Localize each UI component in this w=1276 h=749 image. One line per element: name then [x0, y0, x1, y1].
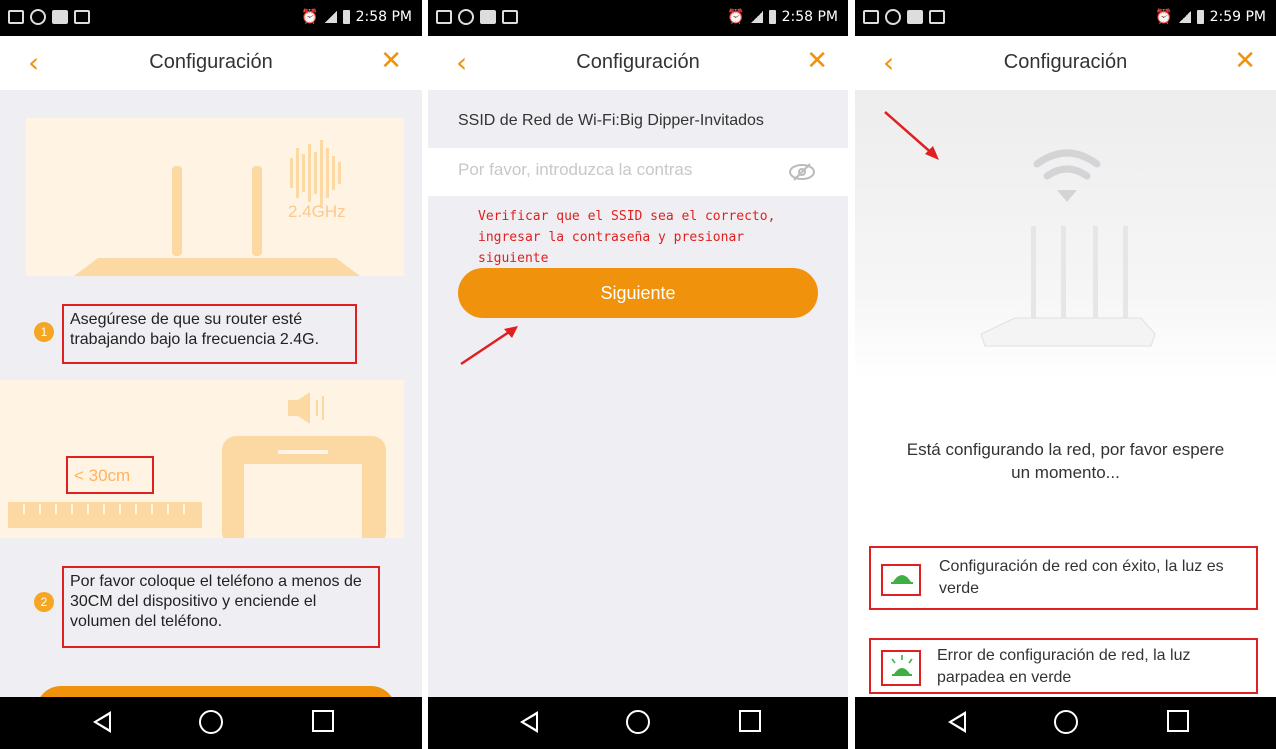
router-photo	[855, 90, 1276, 380]
battery-icon	[1196, 10, 1204, 24]
error-status-text: Error de configuración de red, la luz pa…	[937, 647, 1191, 686]
page-title: Configuración	[1003, 51, 1128, 73]
password-row	[428, 148, 848, 196]
close-icon[interactable]: ✕	[806, 46, 828, 76]
blinking-green-led-icon	[891, 655, 913, 676]
password-input[interactable]	[458, 160, 748, 180]
step-2-badge: 2	[34, 592, 54, 612]
status-bar: ⏰ 2:58 PM	[0, 0, 422, 36]
page-title: Configuración	[576, 51, 700, 73]
app-header: ‹ Configuración ✕	[0, 36, 422, 90]
step-2-text: Por favor coloque el teléfono a menos de…	[70, 573, 362, 630]
image-notification-icon	[8, 10, 24, 24]
mail-notification-icon	[502, 10, 518, 24]
android-nav-bar	[0, 697, 422, 749]
frequency-label: 2.4GHz	[288, 202, 346, 221]
router-drawing	[74, 140, 360, 276]
close-icon[interactable]: ✕	[1234, 46, 1256, 76]
configuring-message: Está configurando la red, por favor espe…	[906, 440, 1225, 482]
wifi-icon	[1033, 149, 1101, 180]
blocked-notification-icon	[30, 9, 46, 25]
message-notification-icon	[907, 10, 923, 24]
speaker-icon	[288, 392, 324, 424]
signal-icon	[324, 11, 337, 23]
step-1-text: Asegúrese de que su router esté trabajan…	[70, 311, 320, 348]
step-1-badge: 1	[34, 322, 54, 342]
nav-back-icon[interactable]	[92, 711, 111, 733]
green-led-icon	[891, 575, 913, 584]
blocked-notification-icon	[458, 9, 474, 25]
battery-icon	[768, 10, 776, 24]
close-icon[interactable]: ✕	[380, 46, 402, 76]
nav-recents-icon[interactable]	[312, 710, 335, 732]
app-header: ‹ Configuración ✕	[855, 36, 1276, 90]
mail-notification-icon	[929, 10, 945, 24]
nav-home-icon[interactable]	[199, 710, 223, 734]
app-header: ‹ Configuración ✕	[428, 36, 848, 90]
phone-distance-illustration: < 30cm	[0, 380, 404, 554]
nav-home-icon[interactable]	[1053, 710, 1078, 734]
router-illustration: 2.4GHz	[26, 118, 404, 276]
message-notification-icon	[480, 10, 496, 24]
annotation-arrow-icon	[460, 326, 518, 366]
android-nav-bar	[428, 697, 848, 749]
phone-drawing	[8, 392, 386, 554]
status-bar: ⏰ 2:59 PM	[855, 0, 1276, 36]
ssid-label: SSID de Red de Wi-Fi:Big Dipper-Invitado…	[458, 112, 764, 129]
nav-recents-icon[interactable]	[1166, 710, 1189, 732]
image-notification-icon	[863, 10, 879, 24]
router-with-wifi-drawing	[884, 111, 1156, 347]
status-time: 2:58 PM	[781, 9, 838, 25]
android-nav-bar	[855, 697, 1276, 749]
mail-notification-icon	[74, 10, 90, 24]
status-bar: ⏰ 2:58 PM	[428, 0, 848, 36]
page-title: Configuración	[149, 51, 273, 73]
panel-wifi-credentials: ⏰ 2:58 PM ‹ Configuración ✕ SSID de Red …	[428, 0, 848, 749]
nav-back-icon[interactable]	[520, 711, 539, 733]
nav-home-icon[interactable]	[626, 710, 650, 734]
sound-wave-icon	[290, 140, 341, 206]
nav-back-icon[interactable]	[947, 711, 966, 733]
image-notification-icon	[436, 10, 452, 24]
alarm-icon: ⏰	[301, 9, 319, 25]
panel-configuring: ⏰ 2:59 PM ‹ Configuración ✕ Está configu…	[855, 0, 1276, 749]
annotation-note: Verificar que el SSID sea el correcto, i…	[478, 209, 776, 266]
signal-icon	[750, 11, 763, 23]
message-notification-icon	[52, 10, 68, 24]
success-status-text: Configuración de red con éxito, la luz e…	[939, 558, 1224, 597]
next-button[interactable]: Siguiente	[458, 268, 818, 318]
alarm-icon: ⏰	[1155, 9, 1173, 25]
alarm-icon: ⏰	[727, 9, 745, 25]
status-time: 2:59 PM	[1209, 9, 1266, 25]
blocked-notification-icon	[885, 9, 901, 25]
panel-step-instructions: ⏰ 2:58 PM ‹ Configuración ✕ 2.4GHz 1 Ase…	[0, 0, 422, 749]
signal-icon	[1178, 11, 1191, 23]
hide-password-icon[interactable]	[788, 162, 816, 187]
battery-icon	[342, 10, 350, 24]
nav-recents-icon[interactable]	[738, 710, 761, 732]
distance-label: < 30cm	[74, 466, 131, 485]
ssid-row: SSID de Red de Wi-Fi:Big Dipper-Invitado…	[428, 90, 848, 148]
status-time: 2:58 PM	[355, 9, 412, 25]
